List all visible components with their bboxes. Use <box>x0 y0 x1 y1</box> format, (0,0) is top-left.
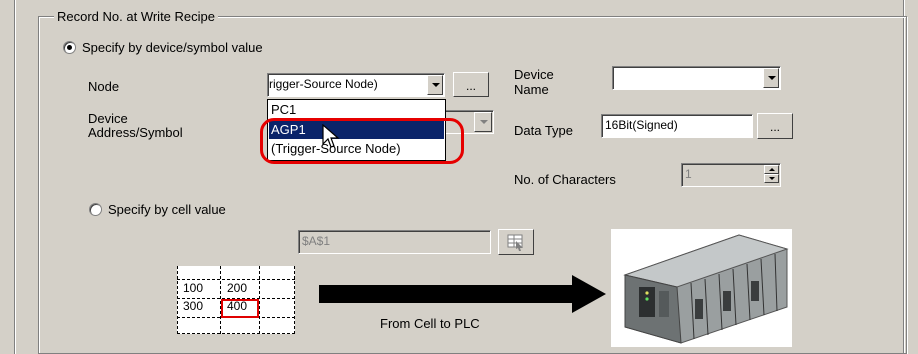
spinner-arrows-icon[interactable] <box>764 165 779 185</box>
device-address-label: Device Address/Symbol <box>88 112 183 140</box>
cell-select-icon <box>507 234 523 251</box>
chevron-down-icon <box>474 112 492 132</box>
cell-address-field[interactable]: $A$1 <box>298 230 491 254</box>
group-title: Record No. at Write Recipe <box>54 9 218 24</box>
window-frame-left <box>14 0 15 354</box>
radio-specify-cell[interactable] <box>89 203 102 216</box>
data-type-browse-button[interactable]: ... <box>757 113 793 139</box>
chars-value: 1 <box>685 167 692 181</box>
cell-picker-button[interactable] <box>498 229 534 255</box>
radio-specify-cell-label[interactable]: Specify by cell value <box>108 202 226 217</box>
chevron-down-icon[interactable] <box>763 68 779 88</box>
node-select-value: rigger-Source Node) <box>269 77 378 91</box>
grid-cell: 100 <box>183 281 204 295</box>
device-name-label-line1: Device <box>514 67 554 82</box>
plc-icon <box>611 229 792 347</box>
highlight-callout <box>260 118 464 164</box>
dropdown-option-pc1[interactable]: PC1 <box>269 101 444 119</box>
chars-label: No. of Characters <box>514 172 616 187</box>
node-select[interactable]: rigger-Source Node) <box>267 73 445 97</box>
device-address-label-line1: Device <box>88 111 128 126</box>
radio-specify-device[interactable] <box>63 41 76 54</box>
mouse-cursor-icon <box>322 124 340 148</box>
chars-spinner[interactable]: 1 <box>681 163 781 187</box>
node-browse-button[interactable]: ... <box>453 72 489 97</box>
data-type-value: 16Bit(Signed) <box>605 118 678 132</box>
grid-cell: 200 <box>227 281 248 295</box>
node-label: Node <box>88 79 120 94</box>
arrow-head-icon <box>572 275 606 313</box>
arrow-icon <box>319 285 574 303</box>
chevron-down-icon[interactable] <box>427 75 443 95</box>
data-type-label: Data Type <box>514 123 574 138</box>
data-type-field[interactable]: 16Bit(Signed) <box>601 114 753 138</box>
radio-specify-device-label[interactable]: Specify by device/symbol value <box>82 40 263 55</box>
radio-selected-dot <box>67 45 72 50</box>
device-address-label-line2: Address/Symbol <box>88 125 183 140</box>
device-name-label-line2: Name <box>514 82 549 97</box>
grid-cell: 300 <box>183 299 204 313</box>
arrow-caption: From Cell to PLC <box>380 316 480 331</box>
device-name-label: Device Name <box>514 67 554 97</box>
cell-address-value: $A$1 <box>302 234 331 248</box>
highlighted-cell-box <box>221 299 259 318</box>
device-name-select[interactable] <box>612 66 781 90</box>
